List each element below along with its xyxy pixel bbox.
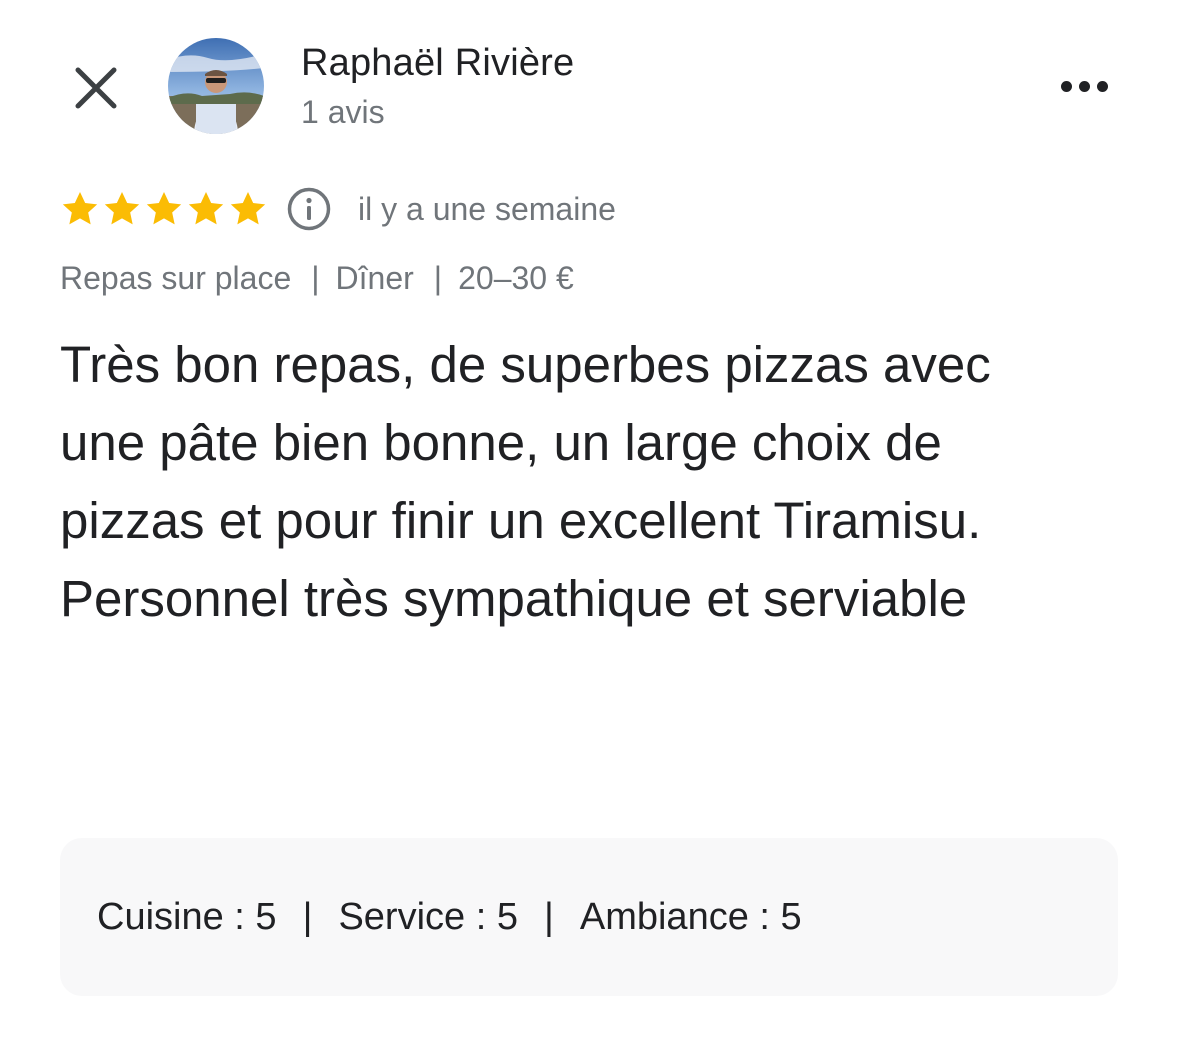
rating-row: il y a une semaine (60, 184, 616, 234)
meta-service-type: Repas sur place (60, 259, 292, 296)
avatar[interactable] (168, 38, 264, 134)
subrating-colon: : (465, 895, 497, 938)
close-icon (75, 67, 117, 109)
review-meta: Repas sur place | Dîner | 20–30 € (60, 256, 574, 300)
review-text: Très bon repas, de superbes pizzas avec … (60, 326, 1060, 638)
star-icon (104, 192, 140, 225)
author-name[interactable]: Raphaël Rivière (301, 42, 574, 85)
subrating-label: Ambiance (579, 895, 749, 938)
subrating-separator: | (302, 895, 313, 938)
subrating-separator: | (543, 895, 554, 938)
meta-separator: | (433, 259, 443, 296)
star-icon (188, 192, 224, 225)
subrating-label: Cuisine (97, 895, 224, 938)
info-icon[interactable] (286, 186, 332, 232)
star-icon (146, 192, 182, 225)
subrating-value: 5 (780, 895, 802, 938)
review-date: il y a une semaine (358, 190, 616, 227)
more-horizontal-icon (1060, 80, 1072, 92)
subrating-value: 5 (496, 895, 518, 938)
more-dot (1096, 80, 1108, 92)
avatar-photo (168, 38, 264, 134)
close-button[interactable] (60, 52, 132, 124)
meta-meal-type: Dîner (335, 259, 414, 296)
meta-price-range: 20–30 € (458, 259, 574, 296)
star-icon (230, 192, 266, 225)
star-rating (60, 189, 268, 229)
author-review-count: 1 avis (301, 94, 385, 130)
subrating-colon: : (748, 895, 781, 938)
meta-separator: | (311, 259, 320, 296)
more-dot (1078, 80, 1090, 92)
subrating-colon: : (223, 895, 256, 938)
review-paragraph: Personnel très sympathique et serviable (60, 570, 968, 627)
subrating-label: Service (338, 895, 466, 938)
review-paragraph: Très bon repas, de superbes pizzas avec … (60, 336, 991, 549)
more-options-button[interactable] (1050, 64, 1118, 108)
subratings-panel: Cuisine : 5 | Service : 5 | Ambiance : 5 (60, 838, 1118, 996)
subrating-value: 5 (255, 895, 277, 938)
star-icon (62, 192, 98, 225)
review-sheet: Raphaël Rivière 1 avis il y a une semain… (0, 0, 1179, 1054)
